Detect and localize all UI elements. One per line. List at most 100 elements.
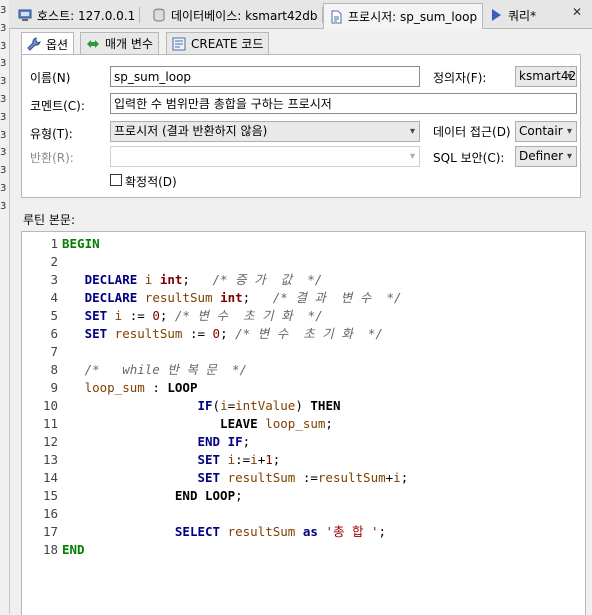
code-token: IF xyxy=(197,398,213,413)
tab-database[interactable]: 데이터베이스: ksmart42db xyxy=(147,3,323,27)
code-line: 2 xyxy=(22,253,585,271)
code-token: /* while 반 복 문 */ xyxy=(84,362,248,377)
code-text: SET resultSum := 0; /* 변 수 초 기 화 */ xyxy=(62,325,383,343)
chevron-down-icon: ▾ xyxy=(566,71,572,82)
code-token: 1 xyxy=(265,452,273,467)
code-token: SET xyxy=(197,452,221,467)
deterministic-label: 확정적(D) xyxy=(125,175,177,189)
procedure-icon xyxy=(331,10,342,23)
comment-field[interactable]: 입력한 수 범위만큼 총합을 구하는 프로시저 xyxy=(110,93,577,114)
code-token: BEGIN xyxy=(62,236,100,251)
tab-procedure-label: 프로시저: sp_sum_loop xyxy=(348,10,478,24)
code-text: DECLARE i int; /* 증 가 값 */ xyxy=(62,271,323,289)
code-token: 0 xyxy=(152,308,160,323)
code-token: i xyxy=(107,308,130,323)
tab-host[interactable]: 호스트: 127.0.0.1 xyxy=(13,3,141,27)
gutter-digit: 3 xyxy=(0,40,7,52)
code-line: 10 IF(i=intValue) THEN xyxy=(22,397,585,415)
code-text: SELECT resultSum as '총 합 '; xyxy=(62,523,386,541)
tab-parameters[interactable]: 매개 변수 xyxy=(80,32,159,54)
gutter-digit: 3 xyxy=(0,200,7,212)
tab-create-code-label: CREATE 코드 xyxy=(191,37,264,51)
code-token: LEAVE xyxy=(220,416,258,431)
tab-query[interactable]: 쿼리* xyxy=(484,3,541,27)
line-number: 5 xyxy=(50,308,58,323)
routine-body-label: 루틴 본문: xyxy=(23,213,76,227)
line-number: 9 xyxy=(50,380,58,395)
tab-options[interactable]: 옵션 xyxy=(21,32,75,55)
line-number: 7 xyxy=(50,344,58,359)
gutter-digit: 3 xyxy=(0,183,7,194)
code-token: ; xyxy=(378,524,387,539)
code-token: resultSum xyxy=(107,326,190,341)
line-number: 4 xyxy=(50,290,58,305)
code-line: 17 SELECT resultSum as '총 합 '; xyxy=(22,523,585,541)
chevron-down-icon: ▾ xyxy=(566,126,572,137)
chevron-down-icon: ▾ xyxy=(409,151,415,162)
line-number: 14 xyxy=(42,470,58,485)
left-gutter: 3 3 3 3 3 3 3 3 3 3 3 3 xyxy=(0,0,10,614)
tab-bar: 호스트: 127.0.0.1 데이터베이스: ksmart42db 프로시저: … xyxy=(9,0,592,29)
code-token: DECLARE xyxy=(84,272,138,287)
definer-select[interactable]: ksmart42 ▾ xyxy=(515,66,577,87)
code-token: i xyxy=(250,452,258,467)
type-select[interactable]: 프로시저 (결과 반환하지 않음) ▾ xyxy=(110,121,420,142)
name-field[interactable]: sp_sum_loop xyxy=(110,66,420,87)
gutter-digit: 3 xyxy=(0,58,7,70)
code-token: int xyxy=(159,272,183,287)
returns-select[interactable]: ▾ xyxy=(110,146,420,167)
code-token: END xyxy=(62,542,85,557)
sql-security-label: SQL 보안(C): xyxy=(433,151,505,165)
code-token: ; xyxy=(325,416,333,431)
tab-parameters-label: 매개 변수 xyxy=(105,37,153,51)
code-line: 1 BEGIN xyxy=(22,235,585,253)
code-token: END IF xyxy=(197,434,243,449)
code-token: THEN xyxy=(310,398,341,413)
sql-security-select[interactable]: Definer ▾ xyxy=(515,146,577,167)
deterministic-checkbox[interactable] xyxy=(110,174,122,186)
tab-create-code[interactable]: CREATE 코드 xyxy=(166,32,270,54)
code-token: i xyxy=(137,272,160,287)
arrows-icon xyxy=(87,39,99,48)
code-line: 15 END LOOP; xyxy=(22,487,585,505)
tab-options-label: 옵션 xyxy=(46,37,69,52)
line-number: 13 xyxy=(42,452,58,467)
code-token: ( xyxy=(212,398,221,413)
code-token: loop_sum xyxy=(84,380,145,395)
gutter-digit: 3 xyxy=(0,147,7,159)
type-label: 유형(T): xyxy=(30,127,73,141)
code-text: loop_sum : LOOP xyxy=(62,379,198,397)
code-token: resultSum xyxy=(317,470,386,485)
gutter-digit: 3 xyxy=(0,129,7,141)
close-tab-button[interactable]: ✕ xyxy=(570,5,584,19)
code-token: ; xyxy=(159,308,175,323)
gutter-digit: 3 xyxy=(0,76,7,88)
name-label: 이름(N) xyxy=(30,71,71,85)
code-editor[interactable]: 1 BEGIN 2 3 DECLARE i int; /* 증 가 값 */4 DEC… xyxy=(21,231,586,615)
code-line: 5 SET i := 0; /* 변 수 초 기 화 */ xyxy=(22,307,585,325)
code-token: i xyxy=(220,398,228,413)
data-access-select[interactable]: Contair ▾ xyxy=(515,121,577,142)
code-token: END LOOP xyxy=(174,488,236,503)
code-token: ; xyxy=(242,434,251,449)
sql-security-value: Definer xyxy=(519,149,564,163)
tab-procedure[interactable]: 프로시저: sp_sum_loop xyxy=(323,3,484,29)
host-icon xyxy=(18,9,32,21)
code-token: /* 결 과 변 수 */ xyxy=(272,290,402,305)
code-text: SET resultSum :=resultSum+i; xyxy=(62,469,408,487)
code-text: BEGIN xyxy=(62,235,100,253)
code-token: ; xyxy=(400,470,409,485)
code-token: '총 합 ' xyxy=(325,524,379,539)
tab-host-label: 호스트: 127.0.0.1 xyxy=(37,8,136,23)
code-line: 18 END xyxy=(22,541,585,559)
wrench-icon xyxy=(27,37,41,51)
line-number: 2 xyxy=(50,254,58,269)
definer-label: 정의자(F): xyxy=(433,71,487,85)
chevron-down-icon: ▾ xyxy=(566,151,572,162)
code-line: 13 SET i:=i+1; xyxy=(22,451,585,469)
